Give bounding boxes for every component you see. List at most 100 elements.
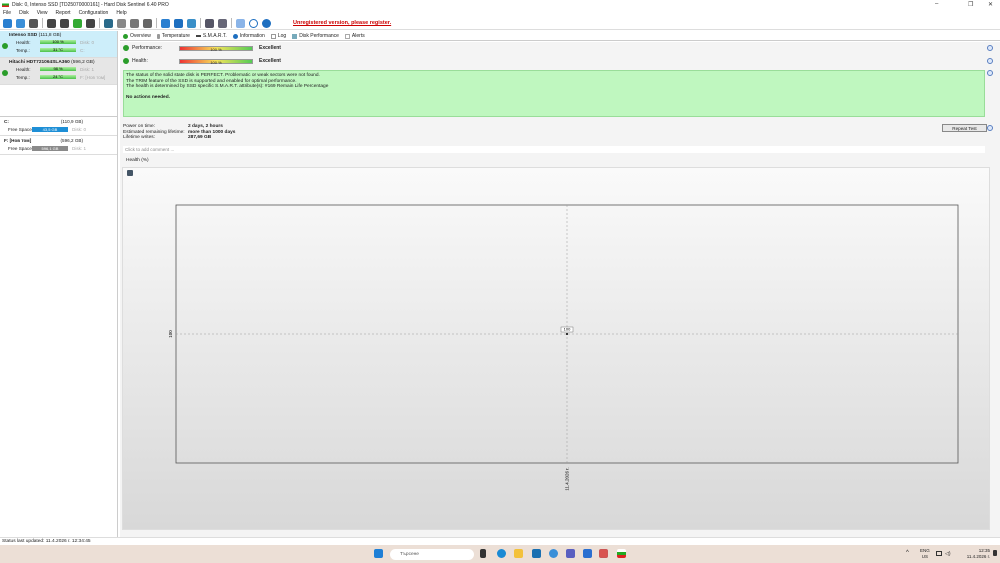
volume-size: (110,9 GB): [60, 119, 83, 124]
comment-input[interactable]: Click to add comment ...: [123, 146, 985, 153]
tab-overview[interactable]: Overview: [123, 33, 151, 39]
store-icon[interactable]: [532, 549, 541, 558]
volume-item-f[interactable]: F: [Нов том] (596,2 GB) Free Space 596,1 G…: [0, 136, 117, 155]
backup-icon[interactable]: [104, 18, 113, 28]
window-title: Disk: 0, Intenso SSD [TD25070000161] - H…: [12, 1, 169, 8]
network-icon[interactable]: [187, 18, 196, 28]
volume-size: (596,2 GB): [60, 138, 83, 143]
task-view-icon[interactable]: [480, 549, 486, 558]
performance-rating: Excellent: [259, 45, 281, 51]
status-message: The health is determined by SSD specific…: [126, 84, 329, 90]
clipboard-icon[interactable]: [236, 18, 245, 28]
performance-row: Performance: 100 % Excellent: [123, 44, 281, 52]
free-space-label: Free Space: [8, 127, 32, 132]
status-ok-icon: [2, 70, 8, 76]
free-space-label: Free Space: [8, 146, 32, 151]
chart-title: Health (%): [126, 158, 149, 163]
refresh-icon[interactable]: [3, 18, 12, 28]
health-label: Health:: [16, 66, 31, 72]
disk-icon[interactable]: [47, 18, 56, 28]
tab-disk-performance[interactable]: Disk Performance: [292, 33, 339, 39]
disk-item-0[interactable]: Intenso SSD (111,8 GB) Health: 100 % Disk:…: [0, 31, 117, 58]
teams-icon[interactable]: [566, 549, 575, 558]
hard-disk-sentinel-icon[interactable]: [617, 549, 626, 558]
health-rating: Excellent: [259, 58, 281, 64]
health-bar: 100 %: [40, 40, 76, 44]
help-icon[interactable]: [987, 70, 993, 76]
help-icon[interactable]: [249, 18, 258, 28]
document-icon: [270, 33, 276, 39]
smart-icon: [195, 35, 201, 37]
disk-icon[interactable]: [60, 18, 69, 28]
disk-list-icon[interactable]: [29, 18, 38, 28]
disk-info: Power on time: 2 days, 2 hours Estimated …: [123, 124, 235, 141]
volume-name: F: [Нов том]: [4, 138, 32, 143]
satellite-icon[interactable]: [130, 18, 139, 28]
menu-report[interactable]: Report: [56, 10, 71, 16]
drive-letter: F: [Нов том]: [80, 74, 106, 80]
volume-item-c[interactable]: C: (110,9 GB) Free Space 43,5 GB Disk: 0: [0, 117, 117, 136]
printer-icon[interactable]: [143, 18, 152, 28]
close-button[interactable]: ✕: [988, 1, 993, 8]
network-icon[interactable]: [936, 551, 942, 556]
report-icon[interactable]: [161, 18, 170, 28]
notification-icon[interactable]: [993, 550, 997, 556]
volume-icon[interactable]: ◁): [945, 551, 951, 557]
disk-number: Disk: 0: [80, 39, 95, 45]
disk-item-1[interactable]: Hitachi HDT721064SLA360 (596,2 GB) Healt…: [0, 58, 117, 85]
disk-name: Intenso SSD: [9, 33, 38, 38]
menu-help[interactable]: Help: [116, 10, 126, 16]
disk-panel: Intenso SSD (111,8 GB) Health: 100 % Disk:…: [0, 31, 118, 537]
refresh-all-icon[interactable]: [16, 18, 25, 28]
language-indicator[interactable]: ENG US: [920, 548, 930, 559]
health-label: Health:: [132, 58, 148, 64]
file-explorer-icon[interactable]: [514, 549, 523, 558]
temp-bar: 31 °C: [40, 48, 76, 52]
overview-panel: Performance: 100 % Excellent Health: 100…: [120, 42, 1000, 538]
gear-icon[interactable]: [205, 18, 214, 28]
info-icon[interactable]: [262, 18, 271, 28]
temp-bar: 24 °C: [40, 75, 76, 79]
gear-icon[interactable]: [218, 18, 227, 28]
disk-ok-icon[interactable]: [73, 18, 82, 28]
maximize-button[interactable]: ❐: [968, 1, 973, 8]
tab-temperature[interactable]: Temperature: [156, 33, 190, 39]
minimize-button[interactable]: –: [935, 1, 938, 7]
disk-icon[interactable]: [86, 18, 95, 28]
disk-size: (111,8 GB): [38, 33, 62, 38]
app-icon[interactable]: [599, 549, 608, 558]
help-icon[interactable]: [987, 45, 993, 51]
menu-configuration[interactable]: Configuration: [79, 10, 109, 16]
no-actions-text: No actions needed.: [126, 94, 170, 100]
app-icon[interactable]: [583, 549, 592, 558]
data-label: 100: [564, 327, 571, 332]
app-flag-icon: [2, 2, 9, 7]
tab-bar: Overview Temperature S.M.A.R.T. Informat…: [120, 32, 1000, 41]
windows-start-icon[interactable]: [374, 549, 383, 558]
menu-file[interactable]: File: [3, 10, 11, 16]
email-icon[interactable]: [174, 18, 183, 28]
menu-disk[interactable]: Disk: [19, 10, 29, 16]
unregistered-link[interactable]: Unregistered version, please register.: [293, 20, 391, 26]
help-icon[interactable]: [987, 58, 993, 64]
disk-size: (596,2 GB): [71, 60, 95, 65]
info-value: 287,69 GB: [188, 135, 212, 141]
tab-log[interactable]: Log: [270, 33, 286, 39]
check-icon: [123, 58, 129, 64]
alert-icon[interactable]: [117, 18, 126, 28]
taskbar-search[interactable]: Търсене: [390, 548, 474, 560]
performance-bar: 100 %: [179, 45, 253, 52]
toolbar: Unregistered version, please register.: [0, 17, 1000, 30]
edge-icon[interactable]: [497, 549, 506, 558]
tab-alerts[interactable]: Alerts: [344, 33, 365, 39]
menu-view[interactable]: View: [37, 10, 48, 16]
tab-information[interactable]: Information: [232, 33, 265, 39]
disk-name: Hitachi HDT721064SLA360: [9, 60, 70, 65]
repeat-test-button[interactable]: Repeat Test: [942, 124, 987, 132]
chevron-up-icon[interactable]: ^: [906, 550, 909, 556]
clock[interactable]: 12:35 11.4.2026 г.: [967, 548, 990, 559]
help-icon[interactable]: [987, 125, 993, 131]
tab-smart[interactable]: S.M.A.R.T.: [195, 33, 227, 39]
app-icon[interactable]: [549, 549, 558, 558]
separator: [99, 18, 100, 28]
